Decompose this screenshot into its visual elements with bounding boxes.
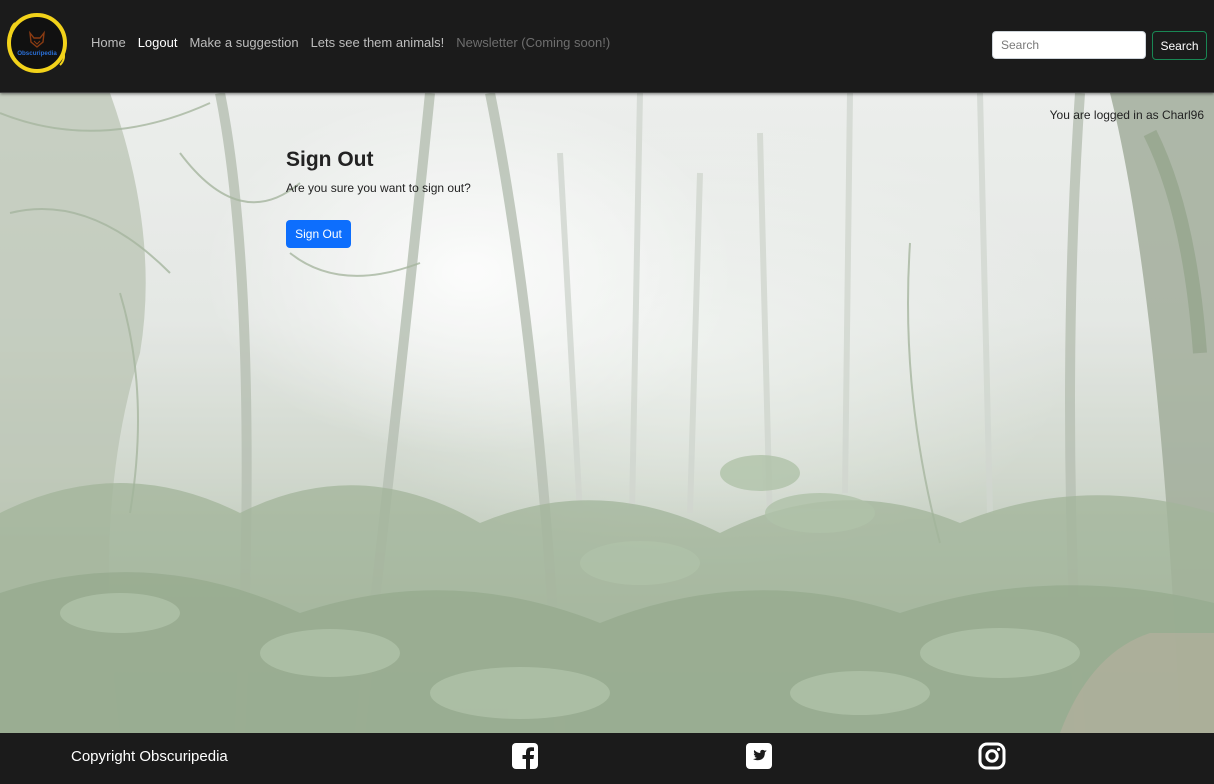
copyright-text: Copyright Obscuripedia: [71, 748, 228, 765]
signout-confirmation-text: Are you sure you want to sign out?: [286, 181, 471, 195]
nav-link-home[interactable]: Home: [91, 35, 126, 51]
footer: Copyright Obscuripedia: [0, 733, 1214, 784]
sign-out-button[interactable]: Sign Out: [286, 220, 351, 248]
page-title: Sign Out: [286, 148, 374, 171]
search-button[interactable]: Search: [1152, 31, 1207, 60]
search-input[interactable]: [992, 31, 1146, 59]
logo-icon[interactable]: Obscuripedia: [6, 11, 68, 75]
navbar: Obscuripedia Home Logout Make a suggesti…: [0, 0, 1214, 93]
facebook-icon[interactable]: [511, 742, 539, 770]
instagram-icon[interactable]: [978, 742, 1006, 770]
background-overlay: [0, 93, 1214, 733]
logo-text: Obscuripedia: [17, 50, 57, 57]
nav-link-make-suggestion[interactable]: Make a suggestion: [189, 35, 298, 51]
twitter-icon[interactable]: [745, 742, 773, 770]
nav-link-logout[interactable]: Logout: [138, 35, 178, 51]
main-content: You are logged in as Charl96 Sign Out Ar…: [0, 93, 1214, 733]
nav-link-animals[interactable]: Lets see them animals!: [311, 35, 445, 51]
nav-links: Home Logout Make a suggestion Lets see t…: [91, 35, 622, 51]
nav-link-newsletter: Newsletter (Coming soon!): [456, 35, 611, 50]
logged-in-status: You are logged in as Charl96: [1049, 108, 1204, 122]
